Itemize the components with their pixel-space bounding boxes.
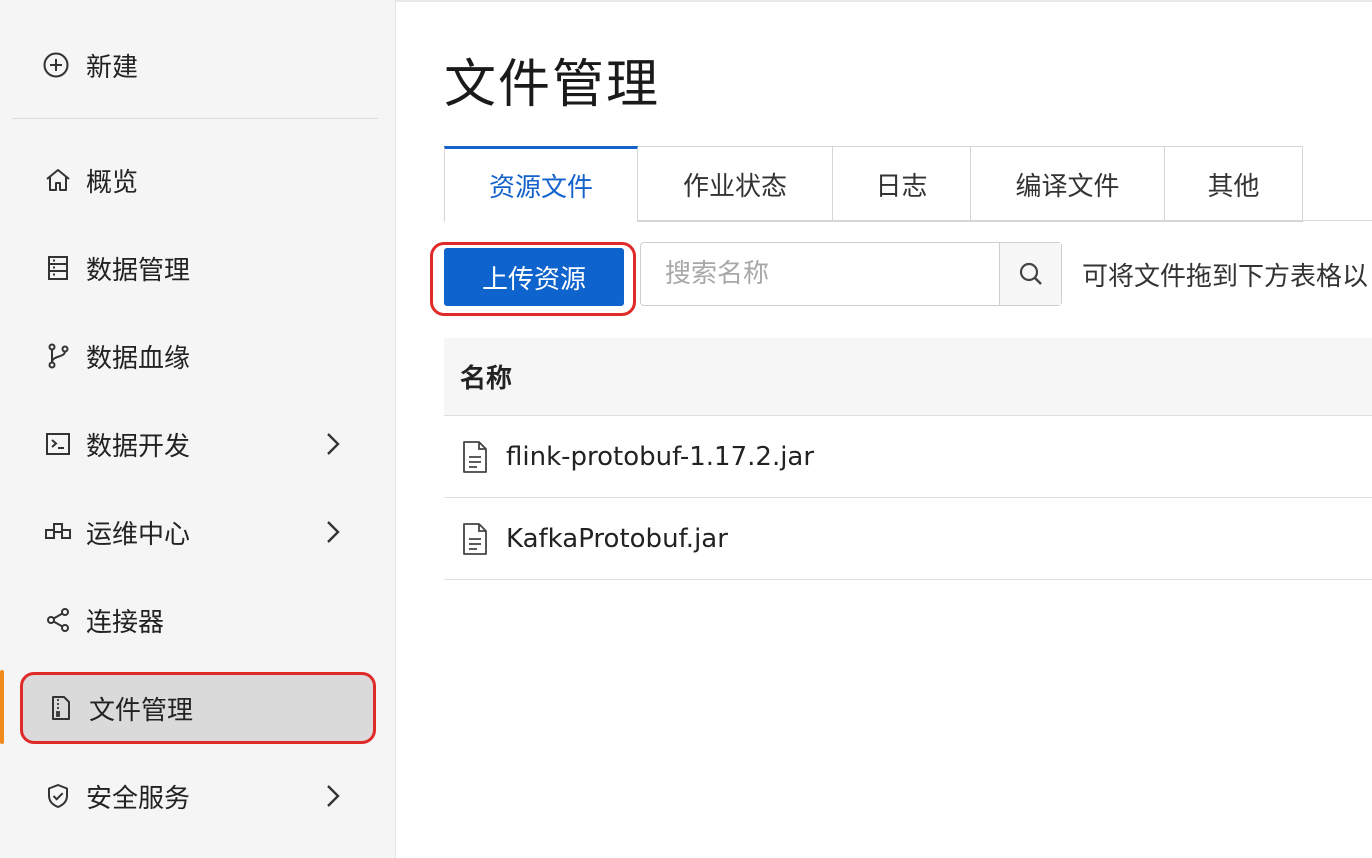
sidebar-item-connectors[interactable]: 连接器 xyxy=(20,584,376,656)
tab-other[interactable]: 其他 xyxy=(1165,146,1303,222)
search-button[interactable] xyxy=(999,243,1061,305)
sidebar-item-label: 数据管理 xyxy=(86,255,191,286)
table-header-name: 名称 xyxy=(444,338,1372,416)
sidebar-item-data-development[interactable]: 数据开发 xyxy=(20,408,376,480)
search-input[interactable] xyxy=(641,243,999,305)
file-icon xyxy=(463,440,487,473)
ops-icon xyxy=(44,518,72,546)
page-title: 文件管理 xyxy=(444,55,661,115)
file-table: 名称 flink-protobuf-1.17.2.jar KafkaProtob… xyxy=(444,338,1372,580)
chevron-right-icon xyxy=(316,515,350,549)
lineage-icon xyxy=(44,342,72,370)
sidebar-item-label: 连接器 xyxy=(86,607,165,638)
sidebar-item-file-management[interactable]: 文件管理 xyxy=(20,672,376,744)
new-label: 新建 xyxy=(86,52,139,83)
file-icon xyxy=(463,522,487,555)
file-name[interactable]: KafkaProtobuf.jar xyxy=(506,524,728,554)
tab-logs[interactable]: 日志 xyxy=(833,146,971,222)
sidebar-item-data-lineage[interactable]: 数据血缘 xyxy=(20,320,376,392)
file-manage-icon xyxy=(47,694,75,722)
table-row[interactable]: flink-protobuf-1.17.2.jar xyxy=(444,416,1372,498)
tab-job-status[interactable]: 作业状态 xyxy=(638,146,833,222)
search-icon xyxy=(1017,260,1045,288)
plus-circle-icon xyxy=(42,51,70,79)
new-button[interactable]: 新建 xyxy=(42,46,138,84)
sidebar-item-security[interactable]: 安全服务 xyxy=(20,760,376,832)
sidebar-item-overview[interactable]: 概览 xyxy=(20,144,376,216)
upload-resource-button[interactable]: 上传资源 xyxy=(444,248,624,306)
chevron-right-icon xyxy=(316,779,350,813)
terminal-icon xyxy=(44,430,72,458)
sidebar-item-label: 概览 xyxy=(86,167,139,198)
sidebar-item-label: 运维中心 xyxy=(86,519,191,550)
sidebar-item-ops-center[interactable]: 运维中心 xyxy=(20,496,376,568)
shield-icon xyxy=(44,782,72,810)
drop-hint-text: 可将文件拖到下方表格以 xyxy=(1082,262,1369,292)
database-icon xyxy=(44,254,72,282)
chevron-right-icon xyxy=(316,427,350,461)
sidebar-divider xyxy=(12,118,378,119)
share-icon xyxy=(44,606,72,634)
sidebar: 新建 概览 数据管理 数据血缘 数据开发 运维中心 连接器 文件管理 安全服务 xyxy=(0,0,396,858)
tab-resource-files[interactable]: 资源文件 xyxy=(444,146,638,222)
sidebar-item-label: 文件管理 xyxy=(89,695,194,726)
tab-compiled-files[interactable]: 编译文件 xyxy=(971,146,1165,222)
search-box xyxy=(640,242,1062,306)
table-row[interactable]: KafkaProtobuf.jar xyxy=(444,498,1372,580)
active-indicator xyxy=(0,670,4,744)
sidebar-item-data-management[interactable]: 数据管理 xyxy=(20,232,376,304)
file-name[interactable]: flink-protobuf-1.17.2.jar xyxy=(506,442,814,472)
tab-baseline xyxy=(638,220,1372,221)
sidebar-item-label: 数据开发 xyxy=(86,431,191,462)
tab-bar: 资源文件 作业状态 日志 编译文件 其他 xyxy=(444,146,1303,222)
sidebar-item-label: 数据血缘 xyxy=(86,343,191,374)
home-icon xyxy=(44,166,72,194)
sidebar-item-label: 安全服务 xyxy=(86,783,191,814)
